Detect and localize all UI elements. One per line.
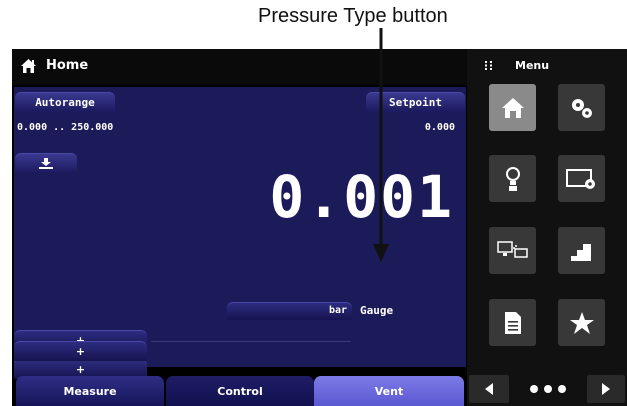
measurement-area: Autorange 0.000 .. 250.000 Setpoint 0.00… [14,87,466,367]
more-dots-icon [530,385,566,393]
setpoint-value: 0.000 [424,122,455,133]
menu-display-settings-button[interactable] [558,155,605,202]
tab-control[interactable]: Control [166,376,314,406]
annotation-label: Pressure Type button [258,5,448,27]
display-settings-icon [565,168,595,189]
tab-vent[interactable]: Vent [314,376,464,406]
favorites-star-icon [569,311,594,334]
menu-step-program-button[interactable] [558,227,605,274]
menu-title: Menu [515,59,550,72]
pressure-type-button[interactable]: Gauge [360,304,393,317]
home-icon [501,97,524,118]
menu-settings-button[interactable] [558,84,605,131]
device-screen: Home Autorange 0.000 .. 250.000 Setpoint… [12,49,627,406]
next-page-button[interactable] [587,375,625,403]
aux-button-3[interactable]: + [14,341,147,361]
document-icon [504,311,521,334]
page-title: Home [46,58,89,73]
menu-panel: Menu [467,49,627,406]
menu-sensor-button[interactable] [489,155,536,202]
settings-gears-icon [571,98,592,118]
annotation: Pressure Type button [0,0,627,48]
setpoint-button[interactable]: Setpoint [366,92,465,112]
menu-favorites-button[interactable] [558,299,605,346]
next-arrow-icon [602,383,610,395]
unit-button[interactable]: bar [227,302,352,320]
pressure-reading: 0.001 [269,163,454,231]
main-panel: Home Autorange 0.000 .. 250.000 Setpoint… [12,49,467,406]
topbar: Home [12,49,467,85]
menu-document-button[interactable] [489,299,536,346]
autorange-button[interactable]: Autorange [15,92,115,112]
home-icon[interactable] [20,58,37,74]
previous-arrow-icon [485,383,493,395]
tab-measure[interactable]: Measure [16,376,164,406]
page-indicator [513,375,583,403]
remote-communication-icon [496,240,528,258]
grip-icon [485,61,492,70]
range-text: 0.000 .. 250.000 [17,122,114,133]
menu-remote-button[interactable] [489,227,536,274]
menu-home-button[interactable] [489,84,536,131]
step-program-icon [570,243,591,261]
download-icon [39,157,53,169]
sensor-icon [505,166,520,191]
previous-page-button[interactable] [469,375,509,403]
download-button[interactable] [15,153,77,173]
divider [151,341,351,342]
